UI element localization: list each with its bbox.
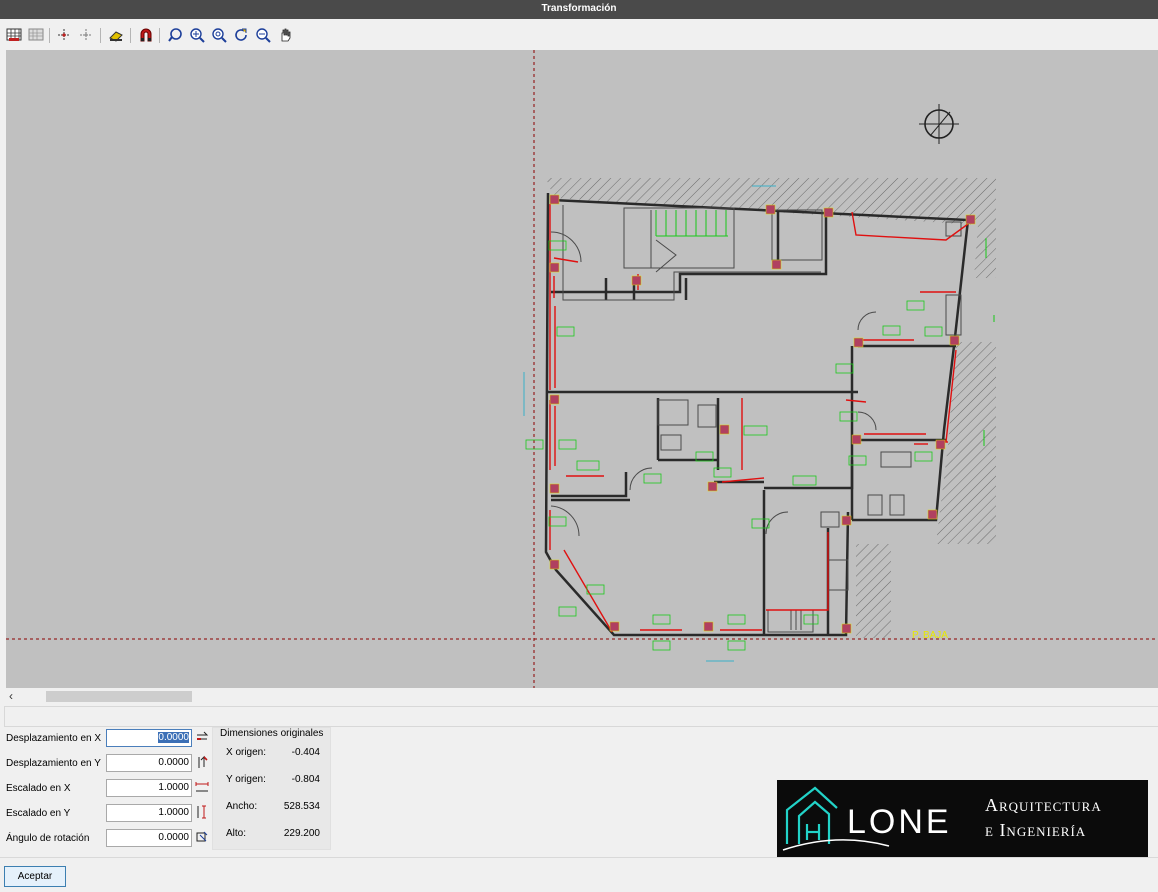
snap-points-icon[interactable] — [55, 26, 73, 44]
zoom-out-icon[interactable] — [254, 26, 272, 44]
inner-lines — [550, 205, 962, 633]
dims-header: Dimensiones originales — [220, 728, 324, 739]
scrollbar-thumb[interactable] — [46, 691, 192, 702]
hatch-bottom — [856, 544, 891, 638]
esc-y-label: Escalado en Y — [6, 808, 71, 819]
ancho-label: Ancho: — [226, 801, 258, 812]
pillars — [549, 194, 976, 634]
red-lines — [549, 204, 969, 633]
outer-walls — [544, 192, 970, 637]
move-y-icon — [198, 755, 208, 768]
floor-label: P. BAJA — [912, 630, 948, 641]
angulo-label: Ángulo de rotación — [6, 833, 90, 844]
x-origen-label: X origen: — [226, 747, 267, 758]
accept-button[interactable]: Aceptar — [4, 866, 66, 887]
scale-y-icon — [197, 805, 206, 819]
desp-x-input[interactable]: 0.0000 — [106, 729, 192, 747]
toolbar — [0, 19, 1158, 50]
refresh-icon[interactable] — [232, 26, 250, 44]
eraser-icon[interactable] — [107, 26, 125, 44]
floor-plan: P. BAJA — [6, 50, 1158, 688]
esc-x-label: Escalado en X — [6, 783, 71, 794]
desp-y-label: Desplazamiento en Y — [6, 758, 101, 769]
alto-value: 229.200 — [283, 828, 320, 839]
pan-icon[interactable] — [276, 26, 294, 44]
alto-label: Alto: — [226, 828, 247, 839]
status-bar — [4, 706, 1158, 727]
zoom-previous-icon[interactable] — [166, 26, 184, 44]
footer: Aceptar — [0, 857, 1158, 892]
company-logo: LONE Arquitectura e Ingeniería — [777, 780, 1148, 861]
move-x-icon — [197, 731, 209, 740]
drawing-canvas[interactable]: P. BAJA — [6, 50, 1158, 688]
x-origen-value: -0.404 — [291, 747, 320, 758]
y-origen-value: -0.804 — [291, 774, 320, 785]
snap-points-off-icon[interactable] — [77, 26, 95, 44]
stairs — [655, 210, 728, 237]
desp-y-input[interactable]: 0.0000 — [106, 754, 192, 772]
dimension-marks — [523, 185, 776, 662]
esc-x-input[interactable]: 1.0000 — [106, 779, 192, 797]
rotate-icon — [196, 831, 208, 842]
scale-x-icon — [195, 782, 209, 792]
window-title: Transformación — [0, 0, 1158, 19]
angulo-input[interactable]: 0.0000 — [106, 829, 192, 847]
house-logo-icon — [785, 786, 838, 844]
ancho-value: 528.534 — [283, 801, 320, 812]
logo-line2: e Ingeniería — [985, 820, 1086, 840]
logo-line1: Arquitectura — [985, 795, 1102, 815]
esc-y-input[interactable]: 1.0000 — [106, 804, 192, 822]
horizontal-scrollbar[interactable]: ‹ — [6, 688, 1158, 705]
scroll-left-icon[interactable]: ‹ — [9, 689, 13, 703]
grid-disabled-icon[interactable] — [27, 26, 45, 44]
grid-icon[interactable] — [5, 26, 23, 44]
original-dimensions-box: Dimensiones originales X origen: -0.404 … — [212, 727, 331, 850]
north-compass-icon — [919, 104, 959, 144]
logo-brand: LONE — [847, 803, 952, 841]
zoom-window-icon[interactable] — [188, 26, 206, 44]
zoom-extents-icon[interactable] — [210, 26, 228, 44]
magnet-icon[interactable] — [137, 26, 155, 44]
y-origen-label: Y origen: — [226, 774, 266, 785]
hatch-top — [546, 178, 996, 278]
desp-x-label: Desplazamiento en X — [6, 733, 102, 744]
